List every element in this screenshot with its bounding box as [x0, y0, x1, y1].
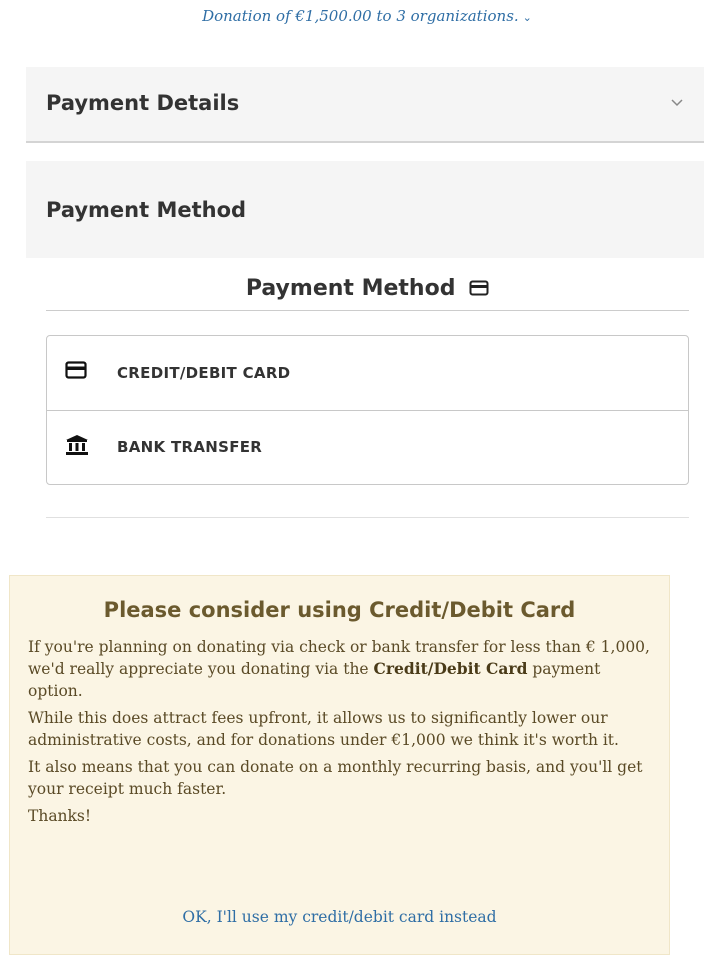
bank-icon	[66, 435, 88, 455]
chevron-down-icon	[671, 99, 683, 107]
payment-details-panel[interactable]: Payment Details	[26, 67, 704, 143]
notice-paragraph: If you're planning on donating via check…	[28, 636, 653, 702]
payment-method-heading-text: Payment Method	[245, 276, 456, 301]
notice-title: Please consider using Credit/Debit Card	[103, 598, 576, 622]
donation-summary-text: Donation of €1,500.00 to 3 organizations…	[202, 7, 519, 25]
payment-method-heading: Payment Method	[46, 276, 689, 311]
payment-details-title: Payment Details	[46, 91, 240, 115]
notice-paragraph: Thanks!	[28, 807, 92, 825]
notice-bold-text: Credit/Debit Card	[373, 659, 528, 678]
payment-method-panel-title: Payment Method	[46, 198, 247, 222]
method-label: CREDIT/DEBIT CARD	[117, 364, 291, 382]
method-credit-debit-card[interactable]: CREDIT/DEBIT CARD	[47, 336, 688, 411]
credit-card-icon	[469, 280, 489, 295]
method-label: BANK TRANSFER	[117, 438, 263, 456]
divider	[46, 517, 689, 518]
donation-summary-toggle[interactable]: Donation of €1,500.00 to 3 organizations…	[0, 7, 704, 25]
notice-body: If you're planning on donating via check…	[28, 636, 653, 832]
credit-card-suggestion-notice: Please consider using Credit/Debit Card …	[9, 575, 670, 955]
use-credit-card-link[interactable]: OK, I'll use my credit/debit card instea…	[10, 908, 669, 926]
method-bank-transfer[interactable]: BANK TRANSFER	[47, 410, 688, 484]
payment-method-list: CREDIT/DEBIT CARD BANK TRANSFER	[46, 335, 689, 485]
notice-paragraph: It also means that you can donate on a m…	[28, 758, 643, 798]
chevron-down-icon: ⌄	[522, 11, 532, 24]
payment-method-panel: Payment Method	[26, 161, 704, 258]
credit-card-icon	[65, 361, 87, 379]
notice-paragraph: While this does attract fees upfront, it…	[28, 709, 619, 749]
